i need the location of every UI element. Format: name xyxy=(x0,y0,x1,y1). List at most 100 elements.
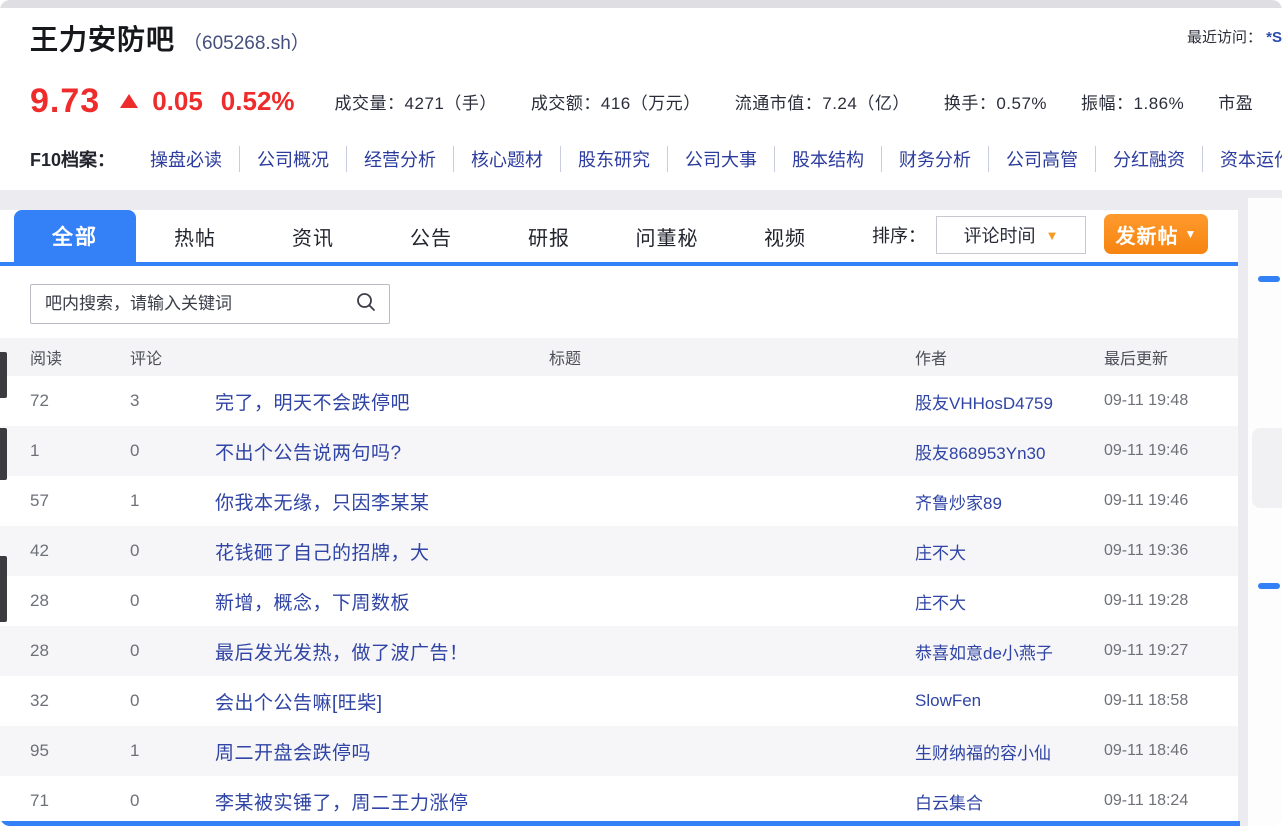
quote-stats: 成交量：4271（手） 成交额：416（万元） 流通市值：7.24（亿） 换手：… xyxy=(335,89,1254,114)
comment-count: 0 xyxy=(130,791,215,811)
post-title-link[interactable]: 会出个公告嘛[旺柴] xyxy=(215,688,915,715)
post-author-link[interactable]: 股友VHHosD4759 xyxy=(915,389,1100,414)
read-count: 32 xyxy=(30,691,130,711)
f10-nav: F10档案： 操盘必读 公司概况 经营分析 核心题材 股东研究 公司大事 股本结… xyxy=(30,142,1282,176)
window-top-edge xyxy=(0,0,1282,8)
post-author-link[interactable]: 生财纳福的容小仙 xyxy=(915,739,1100,764)
post-title-link[interactable]: 不出个公告说两句吗? xyxy=(215,438,915,465)
tab-hot-posts[interactable]: 热帖 xyxy=(136,210,254,262)
sort-dropdown-value: 评论时间 xyxy=(964,222,1036,248)
tab-all[interactable]: 全部 xyxy=(14,210,136,262)
left-edge-widget-fragment xyxy=(0,556,7,622)
sort-label: 排序： xyxy=(872,222,926,248)
stat-market-cap: 流通市值：7.24（亿） xyxy=(735,89,910,114)
post-time: 09-11 18:46 xyxy=(1100,742,1250,760)
post-author-link[interactable]: 齐鲁炒家89 xyxy=(915,489,1100,514)
post-author-link[interactable]: SlowFen xyxy=(915,691,1100,711)
f10-link-jingyingfenxi[interactable]: 经营分析 xyxy=(346,146,453,172)
tab-ask-secretary[interactable]: 问董秘 xyxy=(608,210,726,262)
bar-search xyxy=(30,284,390,324)
post-time: 09-11 19:27 xyxy=(1100,642,1250,660)
tab-announcements[interactable]: 公告 xyxy=(372,210,490,262)
search-icon[interactable] xyxy=(355,291,377,318)
right-sidebar-clipped xyxy=(1248,198,1282,826)
post-title-link[interactable]: 李某被实锤了，周二王力涨停 xyxy=(215,788,915,815)
post-time: 09-11 18:58 xyxy=(1100,692,1250,710)
f10-link-hexinticai[interactable]: 核心题材 xyxy=(453,146,560,172)
post-time: 09-11 19:46 xyxy=(1100,442,1250,460)
post-title-link[interactable]: 你我本无缘，只因李某某 xyxy=(215,488,915,515)
f10-link-gongsigaikuang[interactable]: 公司概况 xyxy=(239,146,346,172)
f10-link-caopanbidu[interactable]: 操盘必读 xyxy=(133,146,239,172)
f10-link-gubenjiegou[interactable]: 股本结构 xyxy=(774,146,881,172)
post-time: 09-11 19:46 xyxy=(1100,492,1250,510)
post-time: 09-11 19:36 xyxy=(1100,542,1250,560)
post-title-link[interactable]: 新增，概念，下周数板 xyxy=(215,588,915,615)
right-gutter xyxy=(1238,198,1248,826)
post-author-link[interactable]: 庄不大 xyxy=(915,539,1100,564)
post-time: 09-11 19:28 xyxy=(1100,592,1250,610)
f10-link-gudongyanjiu[interactable]: 股东研究 xyxy=(560,146,667,172)
sort-dropdown[interactable]: 评论时间 ▼ xyxy=(936,216,1086,254)
sidebar-card-clipped xyxy=(1252,428,1282,508)
read-count: 71 xyxy=(30,791,130,811)
left-edge-widget-fragment xyxy=(0,352,7,398)
section-divider xyxy=(0,190,1282,210)
stat-amplitude: 振幅：1.86% xyxy=(1081,89,1184,114)
post-author-link[interactable]: 白云集合 xyxy=(915,789,1100,814)
bottom-blue-bar xyxy=(0,821,1240,826)
chevron-down-icon: ▼ xyxy=(1185,227,1197,241)
forum-section: 全部 热帖 资讯 公告 研报 问董秘 视频 排序： 评论时间 ▼ 发新帖 ▼ xyxy=(0,210,1240,826)
f10-link-fenhongrongzi[interactable]: 分红融资 xyxy=(1095,146,1202,172)
tab-news[interactable]: 资讯 xyxy=(254,210,372,262)
tab-video[interactable]: 视频 xyxy=(726,210,844,262)
table-row: 28 0 新增，概念，下周数板 庄不大 09-11 19:28 xyxy=(0,576,1240,626)
new-post-button-label: 发新帖 xyxy=(1116,220,1179,249)
stat-volume: 成交量：4271（手） xyxy=(335,89,497,114)
recent-visit-label: 最近访问： xyxy=(1187,29,1262,46)
read-count: 95 xyxy=(30,741,130,761)
post-author-link[interactable]: 庄不大 xyxy=(915,589,1100,614)
comment-count: 1 xyxy=(130,741,215,761)
post-title-link[interactable]: 完了，明天不会跌停吧 xyxy=(215,388,915,415)
comment-count: 1 xyxy=(130,491,215,511)
comment-count: 0 xyxy=(130,591,215,611)
table-row: 42 0 花钱砸了自己的招牌，大 庄不大 09-11 19:36 xyxy=(0,526,1240,576)
read-count: 42 xyxy=(30,541,130,561)
comment-count: 0 xyxy=(130,641,215,661)
search-input[interactable] xyxy=(43,293,355,315)
post-author-link[interactable]: 恭喜如意de小燕子 xyxy=(915,639,1100,664)
col-header-last-update: 最后更新 xyxy=(1100,345,1250,369)
col-header-author: 作者 xyxy=(915,345,1100,369)
stock-code: （605268.sh） xyxy=(183,28,310,55)
table-row: 71 0 李某被实锤了，周二王力涨停 白云集合 09-11 18:24 xyxy=(0,776,1240,826)
post-table: 阅读 评论 标题 作者 最后更新 72 3 完了，明天不会跌停吧 股友VHHos… xyxy=(0,338,1240,826)
read-count: 72 xyxy=(30,391,130,411)
read-count: 28 xyxy=(30,641,130,661)
f10-link-zibenyunzuo[interactable]: 资本运作 xyxy=(1202,146,1282,172)
comment-count: 3 xyxy=(130,391,215,411)
post-title-link[interactable]: 周二开盘会跌停吗 xyxy=(215,738,915,765)
f10-label: F10档案： xyxy=(30,146,115,172)
comment-count: 0 xyxy=(130,441,215,461)
stock-bar-header: 王力安防吧 （605268.sh） 最近访问： *S 9.73 0.05 0.5… xyxy=(0,8,1282,176)
left-edge-widget-fragment xyxy=(0,428,7,480)
f10-link-caiwufenxi[interactable]: 财务分析 xyxy=(881,146,988,172)
table-row: 95 1 周二开盘会跌停吗 生财纳福的容小仙 09-11 18:46 xyxy=(0,726,1240,776)
col-header-title: 标题 xyxy=(215,345,915,369)
table-row: 1 0 不出个公告说两句吗? 股友868953Yn30 09-11 19:46 xyxy=(0,426,1240,476)
new-post-button[interactable]: 发新帖 ▼ xyxy=(1104,214,1208,254)
stat-pe-clipped: 市盈 xyxy=(1218,89,1253,114)
post-title-link[interactable]: 最后发光发热，做了波广告！ xyxy=(215,638,915,665)
recent-visit-link[interactable]: *S xyxy=(1266,29,1282,46)
tab-research-reports[interactable]: 研报 xyxy=(490,210,608,262)
table-row: 72 3 完了，明天不会跌停吧 股友VHHosD4759 09-11 19:48 xyxy=(0,376,1240,426)
table-row: 32 0 会出个公告嘛[旺柴] SlowFen 09-11 18:58 xyxy=(0,676,1240,726)
post-time: 09-11 19:48 xyxy=(1100,392,1250,410)
price-change: 0.05 xyxy=(152,86,203,117)
f10-link-gongsigaoguan[interactable]: 公司高管 xyxy=(988,146,1095,172)
active-tab-underline xyxy=(0,262,1248,266)
f10-link-gongsidashi[interactable]: 公司大事 xyxy=(667,146,774,172)
post-author-link[interactable]: 股友868953Yn30 xyxy=(915,439,1100,464)
post-title-link[interactable]: 花钱砸了自己的招牌，大 xyxy=(215,538,915,565)
